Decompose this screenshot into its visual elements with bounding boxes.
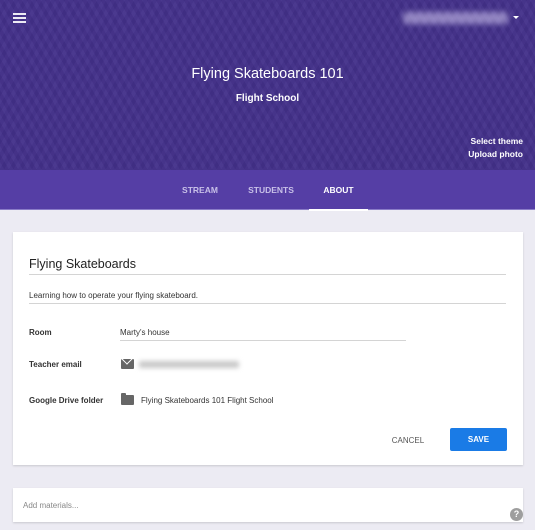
class-header: Flying Skateboards 101 Flight School Sel… [0, 0, 535, 170]
cancel-button[interactable]: CANCEL [381, 430, 435, 452]
folder-icon [121, 393, 134, 405]
about-card: Flying Skateboards Learning how to opera… [13, 232, 523, 465]
class-name-input[interactable]: Flying Skateboards [29, 257, 506, 275]
class-title: Flying Skateboards 101 [191, 66, 344, 82]
help-icon[interactable]: ? [510, 508, 523, 521]
tab-stream[interactable]: STREAM [170, 170, 230, 210]
drive-folder-label: Google Drive folder [29, 396, 104, 405]
account-email-redacted[interactable] [403, 12, 508, 24]
hamburger-menu-icon[interactable] [13, 13, 26, 24]
save-button[interactable]: SAVE [450, 428, 507, 451]
materials-card: Add materials... [13, 488, 523, 522]
teacher-email-label: Teacher email [29, 360, 82, 369]
select-theme-link[interactable]: Select theme [471, 136, 523, 146]
add-materials-input[interactable]: Add materials... [23, 501, 79, 510]
tab-bar: STREAM STUDENTS ABOUT [0, 170, 535, 211]
class-section: Flight School [235, 93, 300, 104]
tab-about[interactable]: ABOUT [309, 170, 368, 211]
drive-folder-link[interactable]: Flying Skateboards 101 Flight School [141, 396, 274, 405]
room-label: Room [29, 328, 52, 337]
tab-students[interactable]: STUDENTS [240, 170, 302, 210]
teacher-email-redacted [139, 361, 239, 368]
upload-photo-link[interactable]: Upload photo [468, 149, 523, 159]
room-input[interactable]: Marty's house [120, 328, 406, 341]
description-input[interactable]: Learning how to operate your flying skat… [29, 291, 506, 304]
caret-down-icon[interactable] [513, 16, 519, 19]
email-icon [121, 359, 134, 369]
